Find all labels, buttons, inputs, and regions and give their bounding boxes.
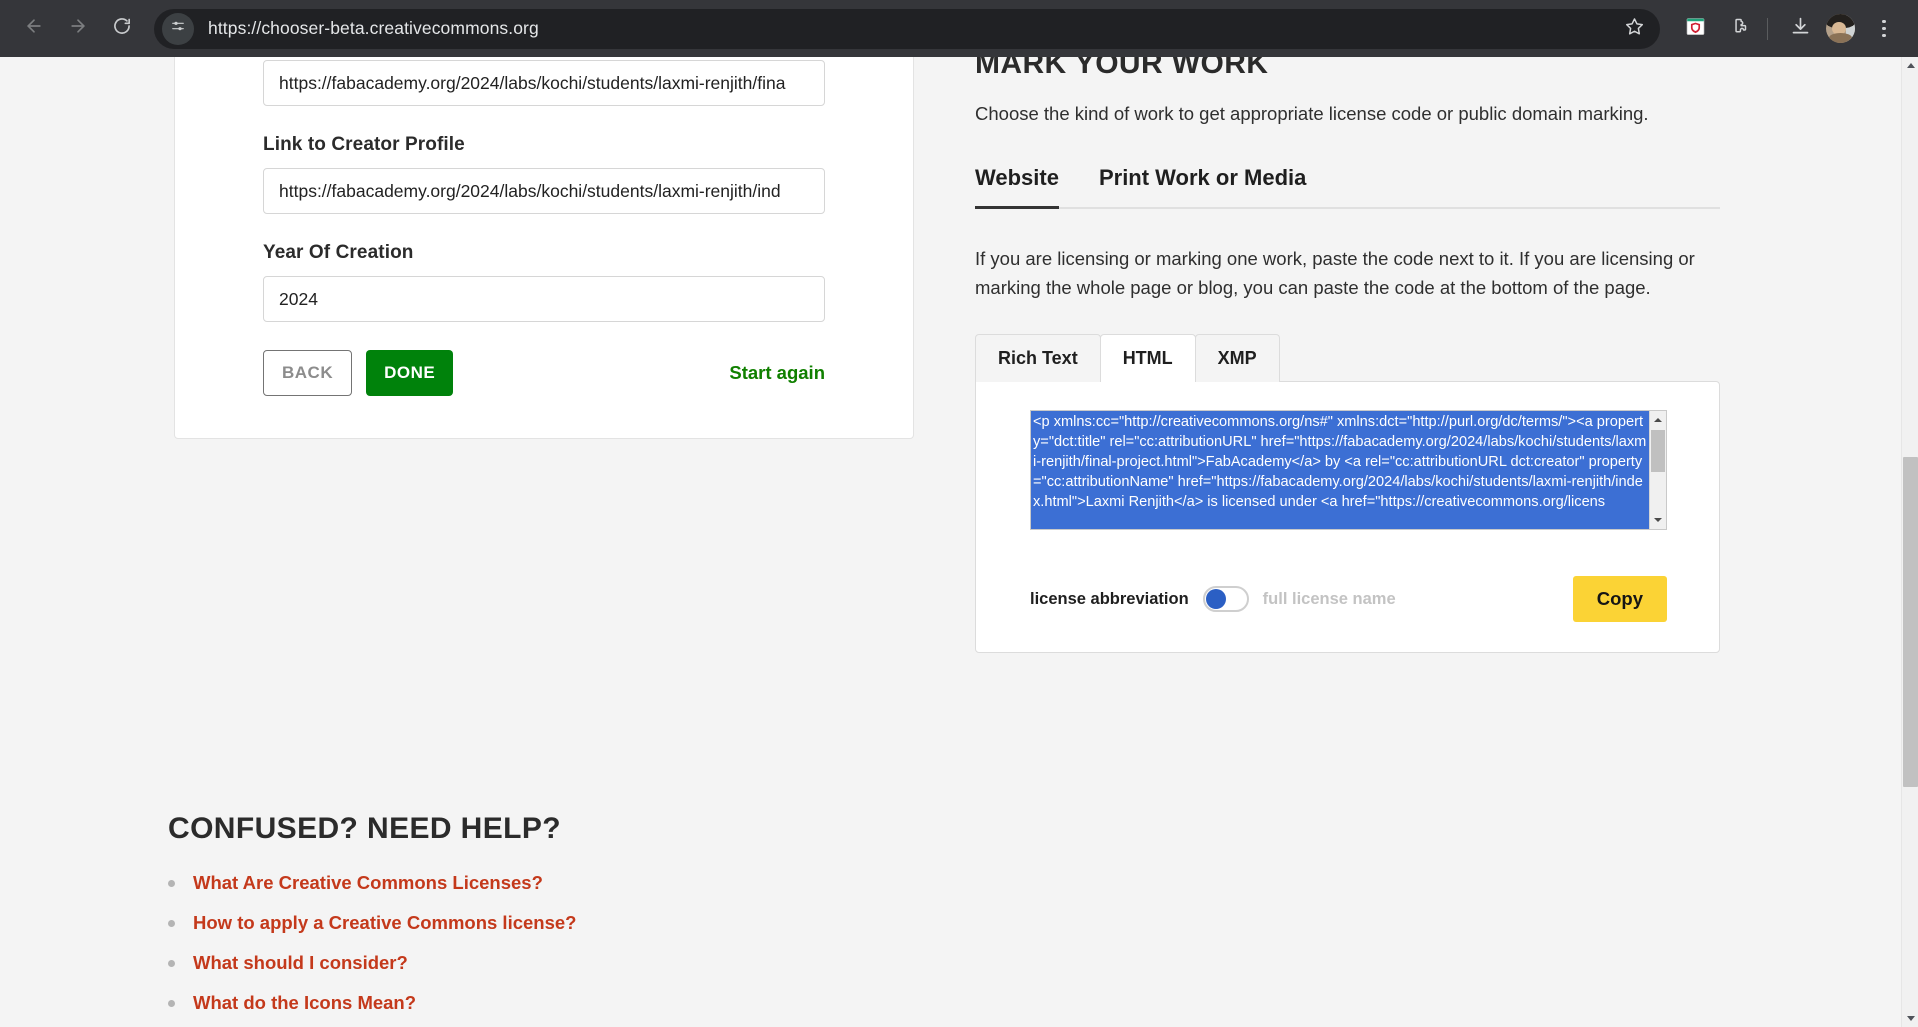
bullet-icon: [168, 959, 175, 967]
chevron-up-icon: [1654, 418, 1662, 423]
url-text: https://chooser-beta.creativecommons.org: [208, 18, 539, 38]
help-section: CONFUSED? NEED HELP? What Are Creative C…: [168, 812, 1068, 1027]
avatar-body: [1828, 33, 1853, 43]
tab-xmp[interactable]: XMP: [1194, 334, 1280, 383]
instructions-text: If you are licensing or marking one work…: [975, 248, 1695, 298]
back-button[interactable]: [14, 9, 54, 49]
extensions-button[interactable]: [1718, 9, 1758, 49]
code-box-scrollbar[interactable]: [1649, 411, 1666, 530]
reload-icon: [112, 16, 132, 41]
scrollbar-thumb[interactable]: [1903, 457, 1918, 787]
browser-menu-button[interactable]: [1864, 9, 1904, 49]
done-button[interactable]: DONE: [366, 350, 454, 396]
forward-button[interactable]: [58, 9, 98, 49]
site-settings-button[interactable]: [162, 12, 194, 45]
back-arrow-icon: [24, 16, 44, 41]
copy-button[interactable]: Copy: [1572, 576, 1667, 623]
page-subtitle: Choose the kind of work to get appropria…: [975, 103, 1649, 124]
license-name-toggle[interactable]: [1202, 586, 1249, 613]
tab-print-work-or-media[interactable]: Print Work or Media: [1099, 165, 1306, 207]
shield-extension-icon: [1685, 16, 1706, 42]
license-code-text[interactable]: <p xmlns:cc="http://creativecommons.org/…: [1031, 411, 1649, 530]
work-type-tabs: Website Print Work or Media: [975, 165, 1720, 209]
bullet-icon: [168, 919, 175, 927]
toggle-knob: [1205, 589, 1226, 610]
code-scroll-down-button[interactable]: [1650, 512, 1666, 528]
help-link-what-should-i-consider[interactable]: What should I consider?: [193, 952, 408, 974]
list-item: What Are Creative Commons Licenses?: [168, 872, 1068, 894]
code-scroll-thumb[interactable]: [1651, 430, 1665, 473]
three-dot-menu-icon: [1882, 19, 1886, 38]
browser-toolbar: https://chooser-beta.creativecommons.org: [0, 0, 1918, 57]
shield-extension-button[interactable]: [1675, 9, 1715, 49]
scroll-up-button[interactable]: [1902, 57, 1918, 74]
list-item: What do the Icons Mean?: [168, 992, 1068, 1014]
star-icon: [1624, 16, 1645, 42]
year-of-creation-input[interactable]: 2024: [263, 276, 825, 322]
page-viewport: Link to Work https://fabacademy.org/2024…: [0, 57, 1901, 1027]
chevron-down-icon: [1654, 518, 1662, 523]
tab-html[interactable]: HTML: [1099, 334, 1196, 384]
help-section-title: CONFUSED? NEED HELP?: [168, 812, 562, 845]
toolbar-divider: [1767, 17, 1768, 40]
chevron-up-icon: [1906, 63, 1915, 68]
downloads-button[interactable]: [1780, 9, 1820, 49]
back-step-button[interactable]: BACK: [263, 350, 353, 396]
bullet-icon: [168, 879, 175, 887]
tab-rich-text[interactable]: Rich Text: [975, 334, 1101, 383]
mark-your-work-section: MARK YOUR WORK Choose the kind of work t…: [975, 57, 1720, 654]
help-link-list: What Are Creative Commons Licenses? How …: [168, 872, 1068, 1027]
bullet-icon: [168, 999, 175, 1007]
address-bar[interactable]: https://chooser-beta.creativecommons.org: [154, 8, 1660, 49]
code-panel-footer: license abbreviation full license name C…: [1006, 576, 1689, 623]
license-code-box[interactable]: <p xmlns:cc="http://creativecommons.org/…: [1030, 410, 1667, 531]
full-license-name-label: full license name: [1262, 589, 1396, 608]
scroll-down-button[interactable]: [1902, 1010, 1918, 1027]
form-button-row: BACK DONE Start again: [263, 350, 825, 396]
chevron-down-icon: [1906, 1016, 1915, 1021]
list-item: How to apply a Creative Commons license?: [168, 912, 1068, 934]
help-link-what-do-icons-mean[interactable]: What do the Icons Mean?: [193, 992, 416, 1014]
reload-button[interactable]: [102, 9, 142, 49]
page-title: MARK YOUR WORK: [975, 57, 1269, 80]
help-link-how-to-apply[interactable]: How to apply a Creative Commons license?: [193, 912, 576, 934]
puzzle-piece-icon: [1728, 16, 1749, 42]
license-abbreviation-label: license abbreviation: [1030, 589, 1189, 608]
code-panel: <p xmlns:cc="http://creativecommons.org/…: [975, 381, 1720, 654]
forward-arrow-icon: [68, 16, 88, 41]
attribution-details-card: Link to Work https://fabacademy.org/2024…: [174, 57, 914, 439]
link-to-creator-profile-input[interactable]: https://fabacademy.org/2024/labs/kochi/s…: [263, 168, 825, 214]
link-to-creator-profile-label: Link to Creator Profile: [263, 134, 465, 155]
bookmark-button[interactable]: [1616, 11, 1652, 47]
page-scrollbar[interactable]: [1901, 57, 1918, 1027]
site-settings-icon: [170, 18, 186, 39]
code-format-tabs: Rich Text HTML XMP: [975, 334, 1720, 384]
help-link-what-are-cc-licenses[interactable]: What Are Creative Commons Licenses?: [193, 872, 543, 894]
start-again-link[interactable]: Start again: [729, 362, 825, 384]
code-scroll-up-button[interactable]: [1650, 412, 1666, 428]
download-icon: [1790, 16, 1811, 42]
avatar[interactable]: [1826, 14, 1855, 43]
list-item: What should I consider?: [168, 952, 1068, 974]
tab-website[interactable]: Website: [975, 165, 1059, 209]
year-of-creation-label: Year Of Creation: [263, 242, 414, 263]
link-to-work-input[interactable]: https://fabacademy.org/2024/labs/kochi/s…: [263, 60, 825, 106]
